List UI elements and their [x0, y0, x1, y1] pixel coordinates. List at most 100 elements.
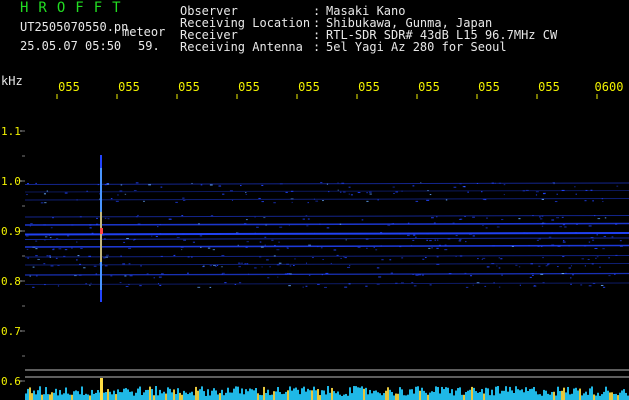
- noise-speck: [106, 254, 109, 256]
- noise-speck: [76, 241, 78, 243]
- noise-speck: [392, 223, 394, 225]
- noise-speck: [366, 247, 368, 249]
- noise-speck: [538, 265, 541, 267]
- noise-speck: [570, 283, 573, 285]
- activity-bar: [491, 389, 493, 400]
- activity-bar: [389, 389, 391, 400]
- noise-speck: [500, 258, 503, 260]
- activity-bar: [385, 390, 387, 400]
- activity-bar: [425, 392, 427, 400]
- activity-bar: [119, 392, 121, 400]
- activity-bar: [433, 391, 435, 400]
- noise-speck: [308, 244, 311, 246]
- activity-bar: [537, 394, 539, 400]
- activity-bar: [401, 389, 403, 400]
- noise-speck: [106, 183, 109, 185]
- noise-speck: [482, 257, 486, 259]
- activity-bar: [321, 390, 323, 400]
- noise-speck: [460, 218, 463, 220]
- activity-bar: [167, 387, 169, 400]
- noise-speck: [191, 182, 193, 184]
- noise-speck: [588, 285, 592, 287]
- noise-speck: [326, 227, 330, 229]
- activity-bar: [549, 394, 551, 400]
- noise-speck: [503, 194, 505, 196]
- activity-bar: [223, 395, 225, 400]
- activity-bar: [121, 392, 123, 400]
- activity-bar: [519, 390, 521, 400]
- activity-bar: [227, 387, 229, 400]
- activity-bar: [55, 388, 57, 400]
- activity-bar: [511, 390, 513, 400]
- activity-bar: [35, 394, 37, 400]
- noise-speck: [380, 245, 383, 247]
- noise-speck: [220, 266, 223, 268]
- noise-speck: [591, 263, 594, 265]
- activity-bar: [327, 386, 329, 400]
- noise-speck: [368, 191, 372, 193]
- activity-bar: [103, 392, 105, 400]
- activity-bar: [339, 394, 341, 400]
- noise-speck: [157, 226, 159, 228]
- noise-speck: [160, 186, 163, 188]
- activity-bar: [313, 386, 315, 400]
- noise-speck: [494, 182, 496, 184]
- noise-speck: [482, 224, 484, 226]
- activity-bar: [75, 390, 77, 400]
- activity-bar: [573, 388, 575, 400]
- noise-speck: [43, 224, 47, 226]
- activity-bar: [625, 392, 627, 400]
- activity-bar: [479, 392, 481, 400]
- noise-speck: [209, 184, 213, 186]
- noise-speck: [302, 218, 305, 220]
- activity-bar: [333, 391, 335, 400]
- signal-trace: [24, 198, 629, 201]
- noise-speck: [237, 244, 239, 246]
- activity-bar: [605, 386, 607, 400]
- activity-bar: [215, 390, 217, 400]
- noise-speck: [407, 232, 411, 234]
- activity-bar: [531, 388, 533, 400]
- activity-bar: [261, 395, 263, 400]
- noise-speck: [613, 273, 616, 275]
- noise-speck: [246, 263, 249, 265]
- noise-speck: [401, 190, 403, 192]
- noise-speck: [222, 193, 225, 195]
- noise-speck: [596, 234, 598, 236]
- noise-speck: [585, 189, 588, 191]
- noise-speck: [30, 223, 33, 225]
- activity-bar: [43, 394, 45, 400]
- activity-bar: [421, 387, 423, 400]
- noise-speck: [350, 194, 353, 196]
- noise-speck: [74, 275, 77, 277]
- activity-bar: [147, 389, 149, 400]
- activity-bar: [135, 392, 137, 400]
- activity-bar: [187, 394, 189, 400]
- noise-speck: [32, 246, 36, 248]
- noise-speck: [528, 245, 530, 247]
- activity-bar: [269, 395, 271, 400]
- activity-bar: [599, 395, 601, 400]
- activity-bar: [619, 392, 621, 400]
- noise-speck: [44, 284, 46, 286]
- activity-bar: [93, 393, 95, 400]
- activity-bar: [81, 386, 83, 400]
- noise-speck: [35, 240, 38, 242]
- noise-speck: [326, 183, 329, 185]
- noise-speck: [559, 226, 563, 228]
- noise-speck: [317, 283, 320, 285]
- activity-bar: [525, 387, 527, 400]
- noise-speck: [588, 225, 592, 227]
- noise-speck: [584, 200, 587, 202]
- noise-speck: [244, 263, 247, 265]
- noise-speck: [278, 262, 282, 264]
- noise-speck: [238, 282, 242, 284]
- noise-speck: [540, 223, 543, 225]
- activity-bar: [111, 394, 113, 400]
- noise-speck: [123, 241, 126, 243]
- activity-bar: [285, 391, 287, 400]
- activity-bar: [497, 386, 499, 400]
- noise-speck: [556, 193, 558, 195]
- activity-bar: [25, 393, 27, 400]
- activity-bar: [51, 392, 53, 400]
